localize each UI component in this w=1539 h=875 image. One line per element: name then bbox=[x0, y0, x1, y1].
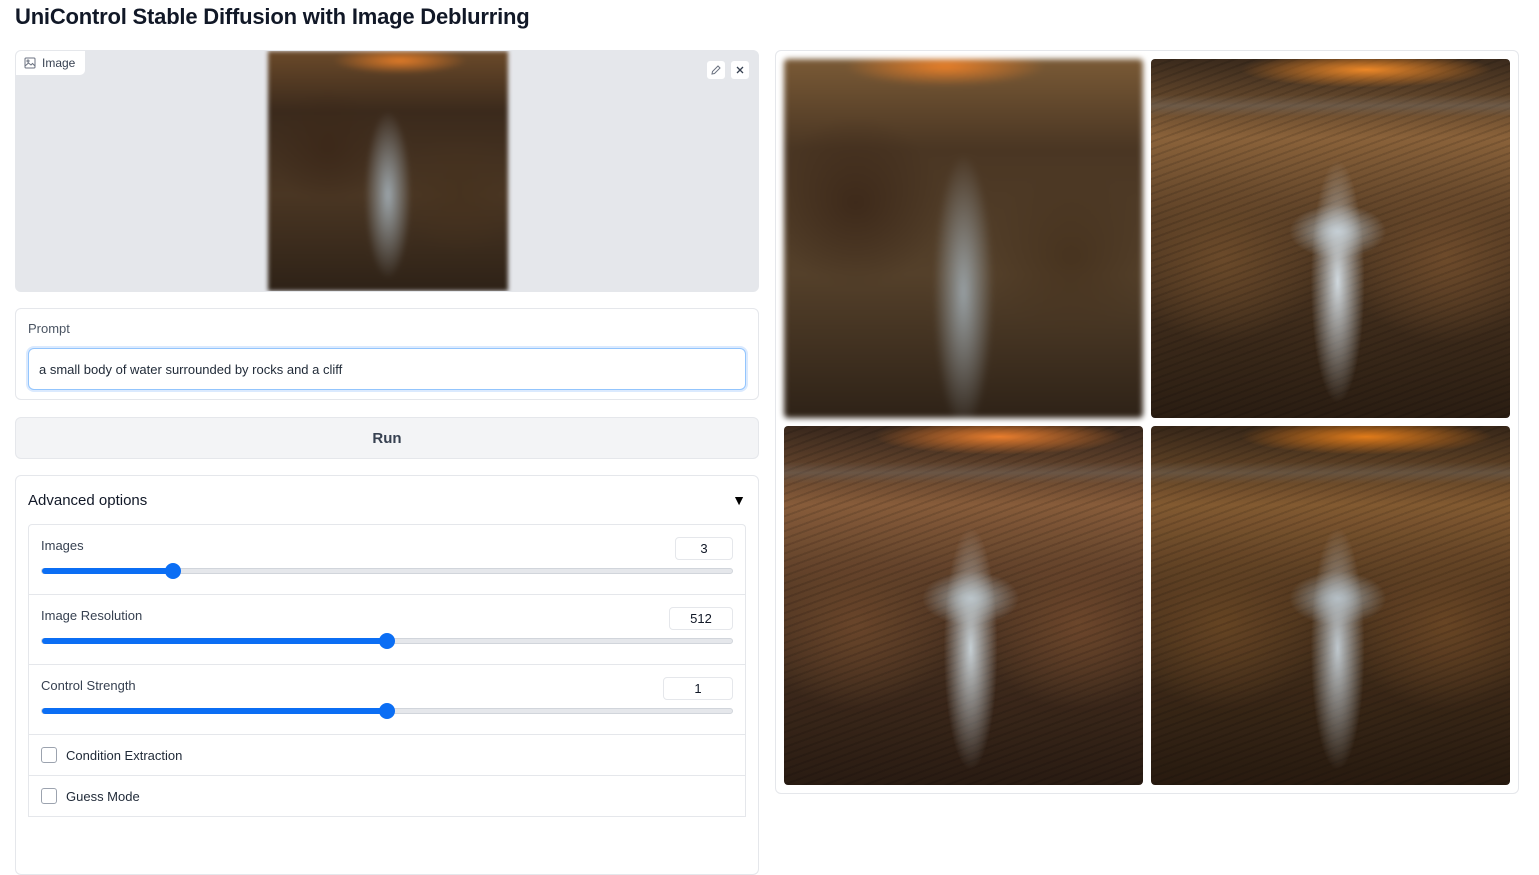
image-upload-panel[interactable]: Image bbox=[15, 50, 759, 292]
image-resolution-slider-row: Image Resolution 512 bbox=[29, 595, 745, 665]
control-strength-number-input[interactable]: 1 bbox=[663, 677, 733, 700]
advanced-options-header[interactable]: Advanced options ▼ bbox=[16, 476, 758, 524]
pencil-icon bbox=[711, 65, 721, 75]
image-resolution-slider[interactable] bbox=[41, 633, 733, 649]
images-slider-row: Images 3 bbox=[29, 525, 745, 595]
gallery-image-output-1[interactable] bbox=[1151, 59, 1510, 418]
image-resolution-slider-thumb[interactable] bbox=[379, 633, 395, 649]
images-number-input[interactable]: 3 bbox=[675, 537, 733, 560]
prompt-block: Prompt bbox=[15, 308, 759, 400]
prompt-input[interactable] bbox=[28, 348, 746, 390]
images-slider-thumb[interactable] bbox=[165, 563, 182, 579]
control-strength-slider-row: Control Strength 1 bbox=[29, 665, 745, 735]
gallery-image-blurred[interactable] bbox=[784, 59, 1143, 418]
control-strength-slider-thumb[interactable] bbox=[379, 703, 395, 719]
guess-mode-label: Guess Mode bbox=[66, 788, 140, 804]
clear-button[interactable] bbox=[730, 60, 750, 80]
control-strength-label: Control Strength bbox=[41, 678, 136, 693]
image-label-tag: Image bbox=[16, 51, 87, 76]
image-resolution-number-input[interactable]: 512 bbox=[669, 607, 733, 630]
condition-extraction-row[interactable]: Condition Extraction bbox=[29, 735, 745, 776]
advanced-options-title: Advanced options bbox=[28, 491, 148, 509]
condition-extraction-checkbox[interactable] bbox=[41, 747, 57, 763]
gallery-image-output-3[interactable] bbox=[1151, 426, 1510, 785]
edit-button[interactable] bbox=[706, 60, 726, 80]
advanced-options-body: Images 3 Image Resolution 512 Control St… bbox=[28, 524, 746, 817]
advanced-options-accordion: Advanced options ▼ Images 3 Image Resolu… bbox=[15, 475, 759, 875]
prompt-label: Prompt bbox=[28, 321, 70, 336]
gallery-image-output-2[interactable] bbox=[784, 426, 1143, 785]
guess-mode-checkbox[interactable] bbox=[41, 788, 57, 804]
image-resolution-slider-fill bbox=[42, 638, 387, 644]
run-button[interactable]: Run bbox=[15, 417, 759, 459]
collapse-arrow-icon[interactable]: ▼ bbox=[732, 492, 746, 508]
condition-extraction-label: Condition Extraction bbox=[66, 747, 183, 763]
image-label: Image bbox=[42, 56, 76, 70]
images-slider[interactable] bbox=[41, 563, 733, 579]
images-label: Images bbox=[41, 538, 84, 553]
input-image-preview bbox=[268, 51, 508, 291]
image-resolution-label: Image Resolution bbox=[41, 608, 143, 623]
close-icon bbox=[736, 66, 744, 74]
output-gallery bbox=[775, 50, 1519, 794]
image-icon bbox=[24, 57, 36, 69]
control-strength-slider[interactable] bbox=[41, 703, 733, 719]
control-strength-slider-fill bbox=[42, 708, 387, 714]
guess-mode-row[interactable]: Guess Mode bbox=[29, 776, 745, 817]
images-slider-fill bbox=[42, 568, 174, 574]
left-column: Image Prompt Run Advanced options ▼ Imag… bbox=[15, 50, 759, 875]
page-title: UniControl Stable Diffusion with Image D… bbox=[15, 4, 530, 29]
